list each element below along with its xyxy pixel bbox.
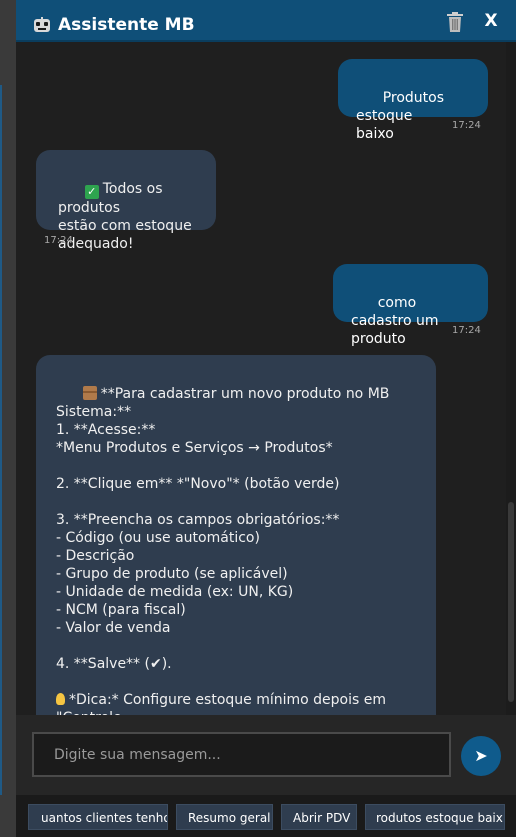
message-input[interactable] [32,732,451,777]
bot-message-bubble: **Para cadastrar um novo produto no MB S… [36,355,436,715]
message-heading: **Para cadastrar um novo produto no MB S… [56,386,394,420]
package-emoji [82,386,97,400]
message-text: Produtos estoque baixo [356,90,445,142]
message-time: 17:24 [452,325,481,336]
light-bulb-emoji [56,693,65,705]
check-mark-emoji: ✓ [84,185,99,199]
assistant-window: Assistente MB X Produtos estoque baixo 1… [16,0,516,837]
trash-icon[interactable] [445,11,465,33]
quick-action-button[interactable]: Resumo geral [176,804,273,830]
send-button[interactable]: ➤ [461,736,501,776]
robot-icon [34,17,50,32]
send-arrow-icon: ➤ [474,746,488,765]
composer: ➤ [16,715,516,795]
quick-action-button[interactable]: Abrir PDV [281,804,357,830]
bot-message-bubble: ✓ Todos os produtos estão com estoque ade… [36,150,216,252]
title-bar[interactable]: Assistente MB X [16,0,516,42]
message-text: como cadastro um produto [351,295,439,347]
message-text: Todos os produtos estão com estoque adeq… [58,181,192,252]
message-tip: *Dica:* Configure estoque mínimo depois … [56,692,386,715]
chat-area[interactable]: Produtos estoque baixo 17:24 ✓ Todos os p… [16,42,506,715]
user-message-bubble: como cadastro um produto [333,264,488,347]
message-time: 17:24 [44,235,73,246]
quick-actions-bar: uantos clientes tenho Resumo geral Abrir… [16,795,516,837]
scrollbar-thumb[interactable] [508,502,514,702]
message-time: 17:24 [452,120,481,131]
quick-action-button[interactable]: rodutos estoque baix [365,804,505,830]
window-title: Assistente MB [58,15,195,35]
chat-scrollbar[interactable] [506,42,516,715]
close-button[interactable]: X [482,11,500,31]
quick-action-button[interactable]: uantos clientes tenho [28,804,168,830]
background-window-edge [0,0,16,837]
background-window-accent [0,85,2,795]
user-message-bubble: Produtos estoque baixo [338,59,488,142]
message-text: 1. **Acesse:** *Menu Produtos e Serviços… [56,422,340,672]
